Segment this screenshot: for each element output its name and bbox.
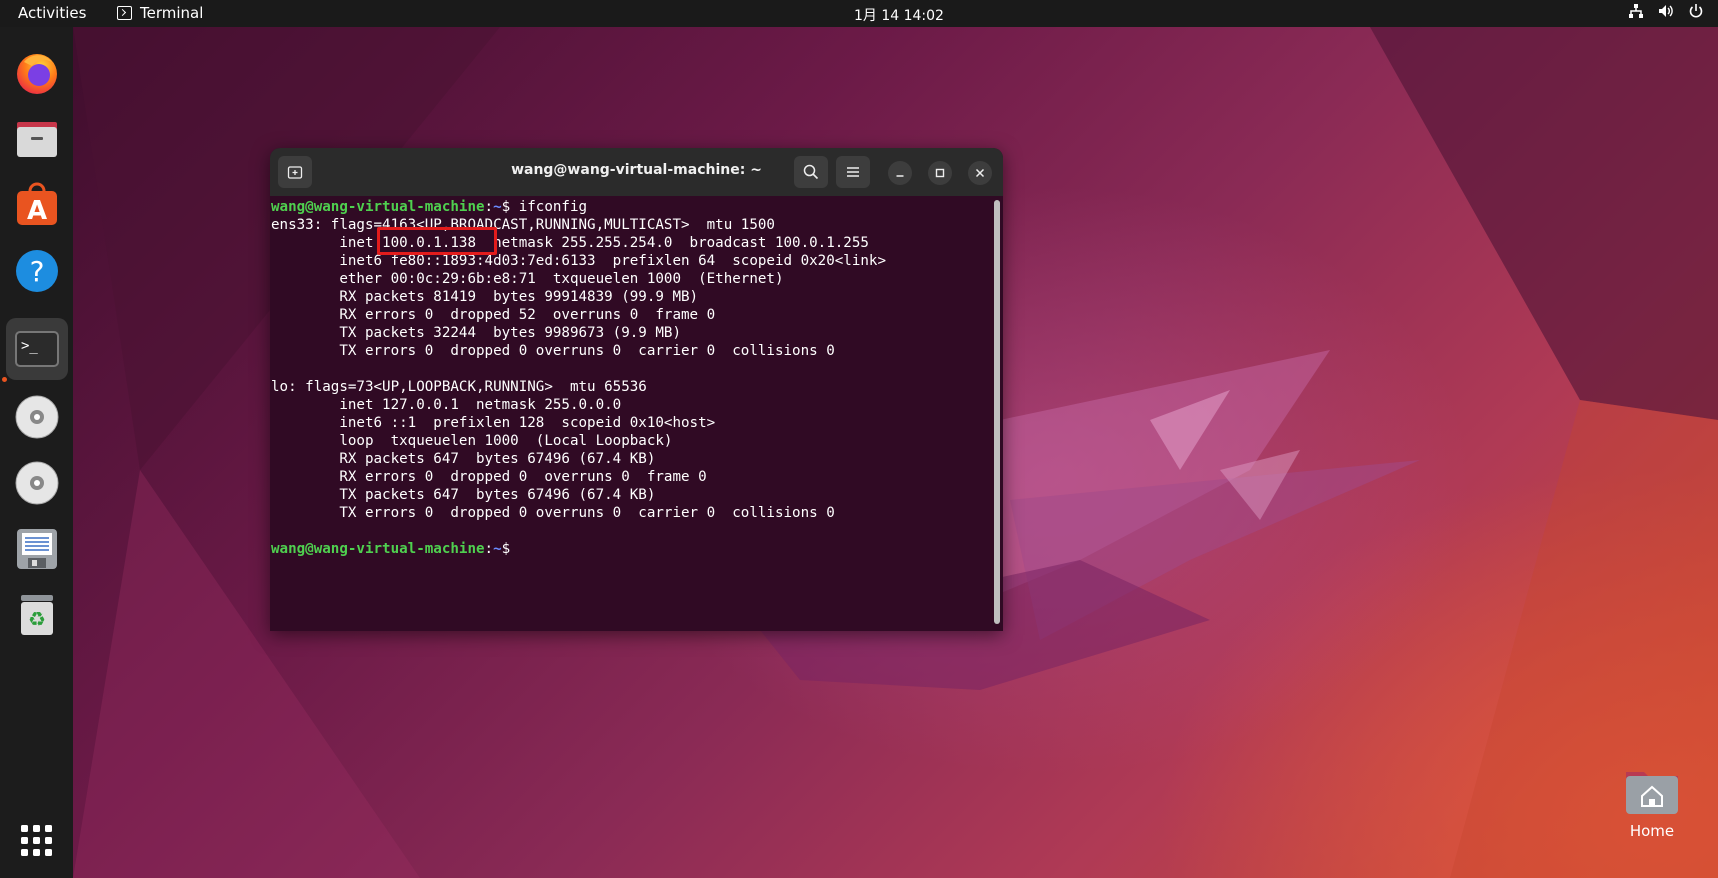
output-line: TX errors 0 dropped 0 overruns 0 carrier… bbox=[339, 505, 835, 521]
output-line: TX errors 0 dropped 0 overruns 0 carrier… bbox=[339, 343, 835, 359]
output-line: ens33: flags=4163<UP,BROADCAST,RUNNING,M… bbox=[271, 217, 775, 233]
search-button[interactable] bbox=[794, 156, 828, 188]
output-line: inet6 fe80::1893:4d03:7ed:6133 prefixlen… bbox=[339, 253, 886, 269]
running-indicator bbox=[2, 377, 7, 382]
prompt-symbol-2: $ bbox=[501, 541, 511, 557]
hamburger-icon bbox=[847, 167, 859, 177]
terminal-titlebar[interactable]: wang@wang-virtual-machine: ~ bbox=[270, 148, 1003, 196]
minimize-button[interactable] bbox=[888, 161, 912, 185]
close-button[interactable] bbox=[968, 161, 992, 185]
menu-button[interactable] bbox=[836, 156, 870, 188]
disc-icon bbox=[15, 461, 59, 505]
search-icon bbox=[803, 164, 819, 180]
dock-terminal[interactable]: >_ bbox=[6, 318, 68, 380]
system-tray[interactable] bbox=[1628, 3, 1704, 19]
dock-firefox[interactable] bbox=[6, 42, 68, 104]
network-icon[interactable] bbox=[1628, 3, 1644, 19]
output-line: RX errors 0 dropped 52 overruns 0 frame … bbox=[339, 307, 716, 323]
prompt-user: wang@wang-virtual-machine bbox=[271, 199, 485, 215]
home-folder-icon bbox=[1624, 766, 1680, 816]
output-line: inet 100.0.1.138 netmask 255.255.254.0 b… bbox=[339, 235, 869, 251]
files-icon bbox=[17, 122, 57, 157]
help-icon: ? bbox=[16, 250, 58, 292]
prompt-path: ~ bbox=[493, 199, 502, 215]
editor-icon bbox=[17, 529, 57, 569]
dock-files[interactable] bbox=[6, 108, 68, 170]
svg-text:?: ? bbox=[30, 255, 45, 288]
prompt-symbol: $ bbox=[501, 199, 511, 215]
terminal-window[interactable]: wang@wang-virtual-machine: ~ wang@wang-v… bbox=[270, 148, 1003, 631]
power-icon[interactable] bbox=[1688, 3, 1704, 19]
svg-text:A: A bbox=[27, 196, 47, 226]
clock[interactable]: 1月 14 14:02 bbox=[854, 5, 944, 25]
close-icon bbox=[975, 168, 985, 178]
ip-highlight-box bbox=[377, 227, 497, 255]
output-line: RX packets 647 bytes 67496 (67.4 KB) bbox=[339, 451, 656, 467]
prompt-user-2: wang@wang-virtual-machine bbox=[271, 541, 485, 557]
dock-disc-2[interactable] bbox=[6, 452, 68, 514]
software-icon: A bbox=[17, 182, 57, 226]
prompt-path-2: ~ bbox=[493, 541, 502, 557]
terminal-output[interactable]: wang@wang-virtual-machine:~$ ifconfig en… bbox=[270, 196, 991, 631]
svg-text:>_: >_ bbox=[21, 338, 38, 354]
minimize-icon bbox=[896, 175, 904, 177]
output-line: RX errors 0 dropped 0 overruns 0 frame 0 bbox=[339, 469, 707, 485]
maximize-icon bbox=[935, 168, 945, 178]
scrollbar[interactable] bbox=[994, 200, 1000, 624]
terminal-icon: >_ bbox=[15, 331, 59, 367]
volume-icon[interactable] bbox=[1658, 3, 1674, 19]
firefox-icon bbox=[17, 54, 57, 94]
dock: A ? >_ ♻ bbox=[0, 27, 73, 878]
output-line: inet6 ::1 prefixlen 128 scopeid 0x10<hos… bbox=[339, 415, 716, 431]
app-menu[interactable]: Terminal bbox=[117, 4, 203, 22]
disc-icon bbox=[15, 395, 59, 439]
output-line: TX packets 647 bytes 67496 (67.4 KB) bbox=[339, 487, 656, 503]
output-line: RX packets 81419 bytes 99914839 (99.9 MB… bbox=[339, 289, 699, 305]
output-line: TX packets 32244 bytes 9989673 (9.9 MB) bbox=[339, 325, 681, 341]
dock-app-center[interactable]: A bbox=[6, 174, 68, 236]
dock-trash[interactable]: ♻ bbox=[6, 584, 68, 646]
terminal-icon bbox=[117, 6, 132, 20]
output-line: loop txqueuelen 1000 (Local Loopback) bbox=[339, 433, 673, 449]
maximize-button[interactable] bbox=[928, 161, 952, 185]
trash-icon: ♻ bbox=[21, 595, 53, 635]
app-name: Terminal bbox=[140, 4, 204, 22]
output-line: inet 127.0.0.1 netmask 255.0.0.0 bbox=[339, 397, 622, 413]
dock-help[interactable]: ? bbox=[6, 240, 68, 302]
desktop-home-icon[interactable]: Home bbox=[1612, 766, 1692, 840]
dock-disc-1[interactable] bbox=[6, 386, 68, 448]
svg-text:♻: ♻ bbox=[28, 607, 46, 631]
grid-icon bbox=[21, 825, 52, 856]
dock-text-editor[interactable] bbox=[6, 518, 68, 580]
home-label: Home bbox=[1629, 822, 1675, 840]
command-output: ens33: flags=4163<UP,BROADCAST,RUNNING,M… bbox=[271, 217, 886, 521]
output-line: lo: flags=73<UP,LOOPBACK,RUNNING> mtu 65… bbox=[271, 379, 647, 395]
command-text: ifconfig bbox=[510, 199, 588, 215]
show-apps-button[interactable] bbox=[6, 810, 68, 872]
output-line: ether 00:0c:29:6b:e8:71 txqueuelen 1000 … bbox=[339, 271, 784, 287]
activities-button[interactable]: Activities bbox=[18, 4, 86, 22]
top-bar: Activities Terminal 1月 14 14:02 bbox=[0, 0, 1718, 27]
